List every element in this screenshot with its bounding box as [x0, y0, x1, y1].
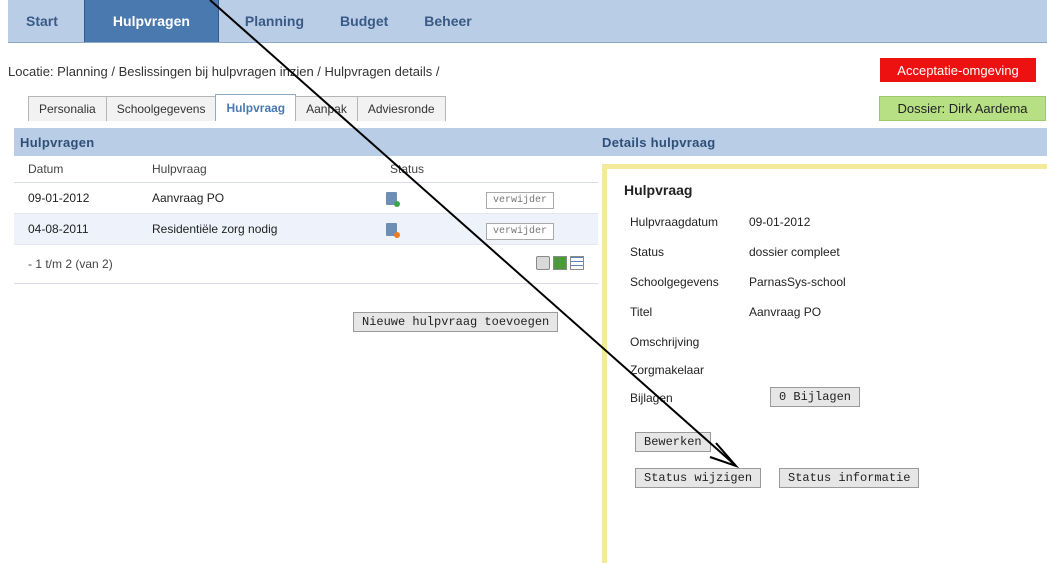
table-header: Datum Hulpvraag Status: [14, 156, 598, 183]
tab-hulpvraag[interactable]: Hulpvraag: [215, 94, 297, 121]
status-info-button[interactable]: Status informatie: [779, 468, 920, 488]
field-value: Aanvraag PO: [749, 305, 822, 319]
nav-beheer[interactable]: Beheer: [406, 0, 489, 42]
excel-export-icon[interactable]: [553, 256, 567, 270]
pager: - 1 t/m 2 (van 2): [14, 245, 598, 284]
status-change-button[interactable]: Status wijzigen: [635, 468, 762, 488]
field-label: Titel: [630, 305, 653, 319]
nav-hulpvragen[interactable]: Hulpvragen: [83, 0, 219, 42]
field-label: Bijlagen: [630, 391, 673, 405]
row-question: Residentiële zorg nodig: [152, 222, 278, 236]
nav-planning[interactable]: Planning: [227, 0, 322, 42]
delete-button[interactable]: verwijder: [486, 191, 555, 209]
tab-aanpak[interactable]: Aanpak: [295, 96, 358, 121]
tab-adviesronde[interactable]: Adviesronde: [356, 96, 446, 121]
column-header-status: Status: [390, 162, 425, 176]
field-value: ParnasSys-school: [749, 275, 846, 289]
pager-text: - 1 t/m 2 (van 2): [28, 257, 113, 271]
field-label: Status: [630, 245, 665, 259]
nav-start[interactable]: Start: [8, 0, 76, 42]
field-label: Omschrijving: [630, 335, 700, 349]
nav-budget[interactable]: Budget: [322, 0, 406, 42]
field-value: dossier compleet: [749, 245, 840, 259]
status-cell: [386, 191, 486, 207]
panel-title: Hulpvragen: [14, 128, 598, 156]
action-cell: verwijder: [486, 191, 598, 209]
panel-title: Details hulpvraag: [598, 128, 1047, 156]
main-nav: Start Hulpvragen Planning Budget Beheer: [8, 0, 1047, 43]
add-hulpvraag-button[interactable]: Nieuwe hulpvraag toevoegen: [353, 312, 559, 332]
field-label: Schoolgegevens: [630, 275, 719, 289]
print-icon[interactable]: [536, 256, 550, 270]
document-check-icon: [386, 191, 400, 207]
edit-button[interactable]: Bewerken: [635, 432, 711, 452]
column-header-datum: Datum: [28, 162, 64, 176]
field-label: Zorgmakelaar: [630, 363, 705, 377]
column-header-hulpvraag: Hulpvraag: [152, 162, 207, 176]
dossier-badge: Dossier: Dirk Aardema: [879, 96, 1046, 121]
row-date: 04-08-2011: [28, 222, 89, 236]
table-row[interactable]: 09-01-2012 Aanvraag PO verwijder: [14, 183, 598, 214]
tab-schoolgegevens[interactable]: Schoolgegevens: [105, 96, 217, 121]
row-date: 09-01-2012: [28, 191, 90, 205]
details-panel: Details hulpvraag Hulpvraag Hulpvraagdat…: [598, 128, 1047, 563]
delete-button[interactable]: verwijder: [486, 222, 555, 240]
action-cell: verwijder: [486, 222, 598, 240]
table-view-icon[interactable]: [570, 256, 584, 270]
document-warning-icon: [386, 222, 400, 238]
field-value: 09-01-2012: [749, 215, 811, 229]
detail-tabs: Personalia Schoolgegevens Hulpvraag Aanp…: [28, 94, 446, 121]
hulpvragen-panel: Hulpvragen Datum Hulpvraag Status 09-01-…: [14, 128, 598, 563]
export-icons: [536, 256, 584, 270]
details-section-title: Hulpvraag: [624, 182, 693, 198]
field-label: Hulpvraagdatum: [630, 215, 719, 229]
tab-personalia[interactable]: Personalia: [28, 96, 107, 121]
breadcrumb: Locatie: Planning / Beslissingen bij hul…: [8, 64, 440, 79]
environment-badge: Acceptatie-omgeving: [880, 58, 1036, 82]
row-question: Aanvraag PO: [152, 191, 225, 205]
table-row[interactable]: 04-08-2011 Residentiële zorg nodig verwi…: [14, 214, 598, 245]
attachments-button[interactable]: 0 Bijlagen: [770, 387, 861, 407]
status-cell: [386, 222, 486, 238]
